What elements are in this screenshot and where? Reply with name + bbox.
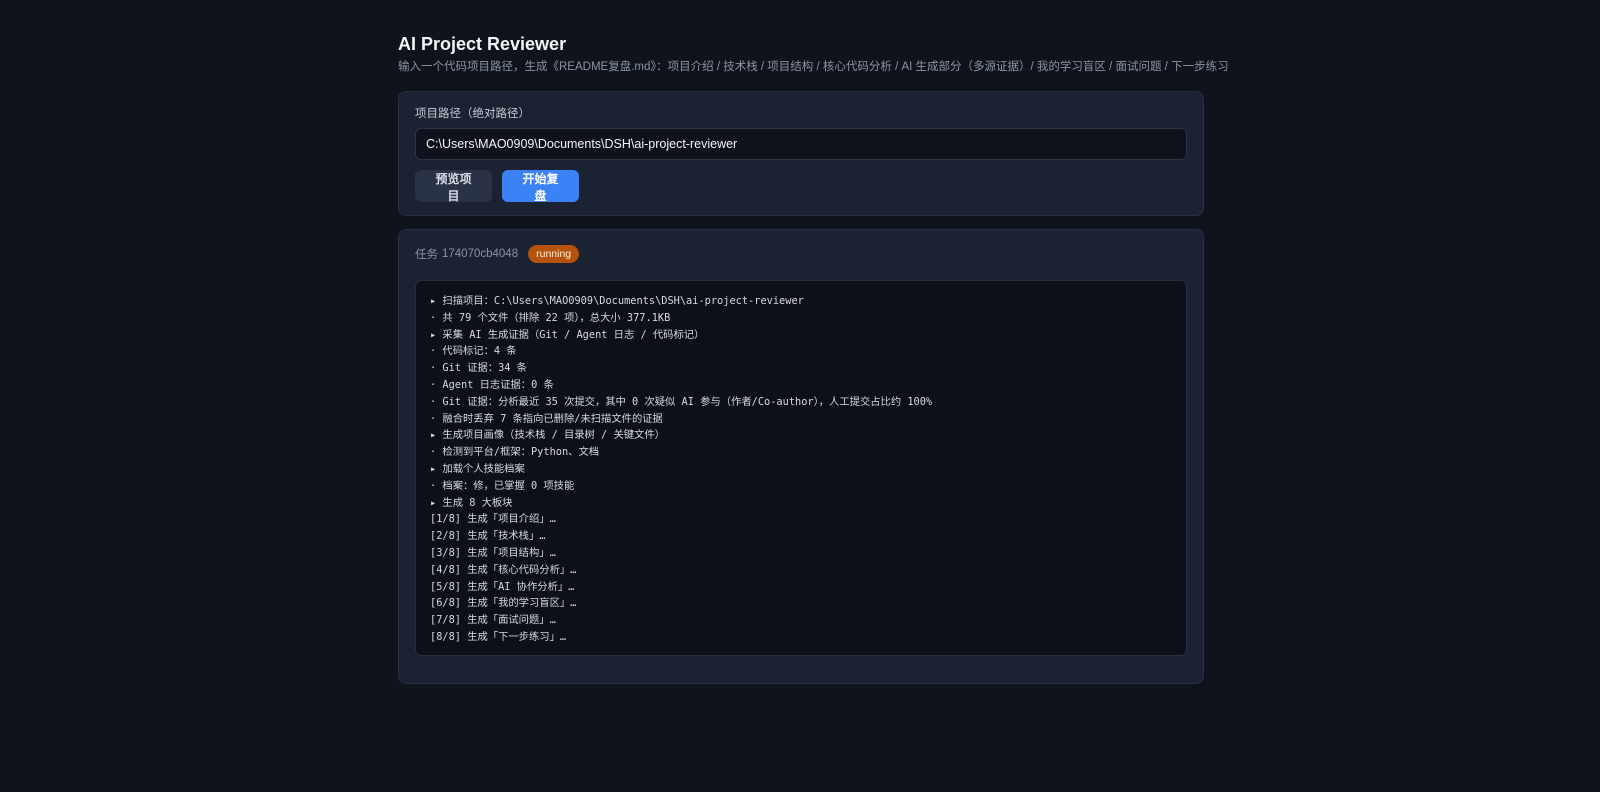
log-line: · 共 79 个文件（排除 22 项），总大小 377.1KB: [430, 311, 671, 324]
task-header: 任务 174070cb4048 running: [415, 244, 1187, 264]
log-line: [2/8] 生成「技术栈」…: [430, 530, 546, 543]
log-line: [5/8] 生成「AI 协作分析」…: [430, 580, 575, 593]
log-line: · 检测到平台/框架：Python、文档: [430, 446, 600, 459]
log-line: ▸ 加载个人技能档案: [430, 462, 525, 475]
form-actions: 预览项目 开始复盘: [415, 170, 1187, 203]
task-id: 174070cb4048: [442, 248, 519, 260]
path-field-label: 项目路径（绝对路径）: [415, 108, 530, 120]
preview-project-button[interactable]: 预览项目: [415, 170, 492, 203]
log-line: [3/8] 生成「项目结构」…: [430, 546, 556, 559]
status-badge: running: [528, 245, 580, 263]
start-review-button[interactable]: 开始复盘: [502, 170, 579, 203]
task-label: 任务: [415, 249, 438, 261]
log-line: [4/8] 生成「核心代码分析」…: [430, 563, 577, 576]
project-form-card: 项目路径（绝对路径） 预览项目 开始复盘: [398, 91, 1204, 216]
page-subtitle: 输入一个代码项目路径，生成《README复盘.md》：项目介绍 / 技术栈 / …: [398, 61, 1229, 73]
log-line: · Git 证据：分析最近 35 次提交，其中 0 次疑似 AI 参与（作者/C…: [430, 395, 933, 408]
log-line: · Git 证据：34 条: [430, 362, 527, 375]
log-line: · 融合时丢弃 7 条指向已删除/未扫描文件的证据: [430, 412, 663, 425]
log-line: · Agent 日志证据：0 条: [430, 378, 554, 391]
app-container: AI Project Reviewer 输入一个代码项目路径，生成《README…: [398, 34, 1229, 684]
log-line: [6/8] 生成「我的学习盲区」…: [430, 597, 577, 610]
log-line: [7/8] 生成「面试问题」…: [430, 614, 556, 627]
log-line: [8/8] 生成「下一步练习」…: [430, 630, 567, 643]
task-card: 任务 174070cb4048 running ▸ 扫描项目：C:\Users\…: [398, 229, 1204, 684]
project-path-input[interactable]: [415, 128, 1187, 160]
log-line: ▸ 采集 AI 生成证据（Git / Agent 日志 / 代码标记）: [430, 328, 705, 341]
log-line: [1/8] 生成「项目介绍」…: [430, 513, 556, 526]
log-line: ▸ 生成 8 大板块: [430, 496, 513, 509]
task-log-panel[interactable]: ▸ 扫描项目：C:\Users\MAO0909\Documents\DSH\ai…: [415, 280, 1187, 656]
log-line: ▸ 扫描项目：C:\Users\MAO0909\Documents\DSH\ai…: [430, 295, 804, 307]
log-line: · 代码标记：4 条: [430, 345, 517, 358]
log-line: · 档案：修，已掌握 0 项技能: [430, 479, 575, 492]
log-line: ▸ 生成项目画像（技术栈 / 目录树 / 关键文件）: [430, 429, 665, 442]
page-title: AI Project Reviewer: [398, 34, 567, 54]
